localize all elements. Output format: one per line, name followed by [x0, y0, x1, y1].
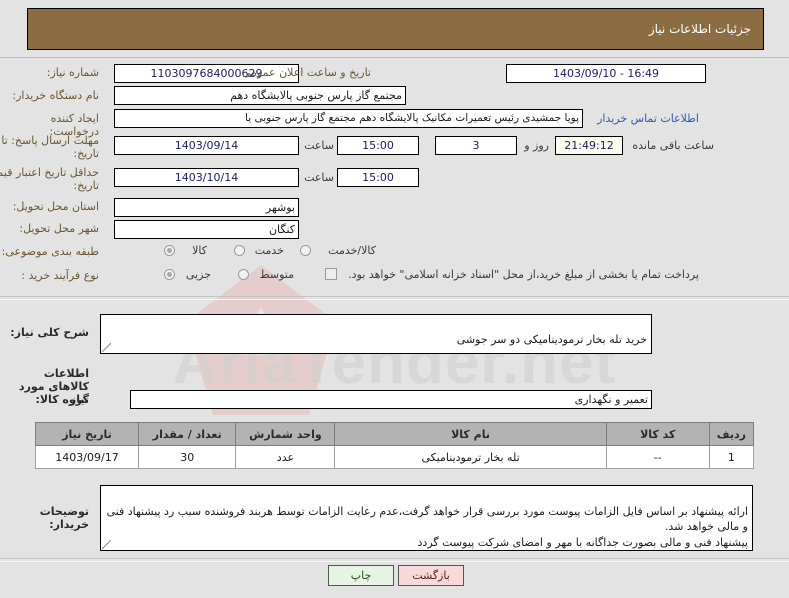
radio-category-both[interactable] [300, 245, 311, 256]
process-label: نوع فرآیند خرید : [21, 269, 99, 282]
radio-process-medium[interactable] [238, 269, 249, 280]
col-name: نام کالا [334, 422, 607, 446]
province-value: بوشهر [114, 198, 299, 217]
buyer-notes-textarea[interactable]: ارائه پیشنهاد بر اساس فایل الزامات پیوست… [100, 485, 753, 551]
col-row: ردیف [708, 422, 755, 446]
radio-process-medium-label: متوسط [259, 268, 294, 281]
description-textarea[interactable]: خرید تله بخار ترمودینامیکی دو سر جوشی [100, 314, 652, 354]
need-number-label: شماره نیاز: [46, 66, 99, 79]
deadline-hour-label: ساعت [304, 139, 334, 152]
back-button[interactable]: بازگشت [398, 565, 464, 586]
section-separator-2 [0, 558, 789, 562]
page-root: AriaTender.net جزئیات اطلاعات نیاز شماره… [0, 0, 789, 598]
cell-name: تله بخار ترمودینامیکی [334, 445, 607, 469]
goods-table-header-row: ردیف کد کالا نام کالا واحد شمارش تعداد /… [34, 422, 755, 446]
buyer-contact-link[interactable]: اطلاعات تماس خریدار [597, 112, 699, 125]
radio-category-service[interactable] [234, 245, 245, 256]
page-header-bar: جزئیات اطلاعات نیاز [27, 8, 764, 50]
price-validity-date-value: 1403/10/14 [114, 168, 299, 187]
radio-process-minor-label: جزیی [185, 268, 211, 281]
buyer-notes-text: ارائه پیشنهاد بر اساس فایل الزامات پیوست… [106, 504, 748, 549]
cell-code: -- [605, 445, 710, 469]
page-title: جزئیات اطلاعات نیاز [648, 22, 751, 36]
description-text: خرید تله بخار ترمودینامیکی دو سر جوشی [456, 333, 647, 346]
deadline-date-value: 1403/09/14 [114, 136, 299, 155]
category-label: طبقه بندی موضوعی: [1, 245, 99, 258]
header-divider [0, 57, 789, 58]
radio-process-minor[interactable] [164, 269, 175, 280]
remaining-suffix-label: ساعت باقی مانده [632, 139, 714, 152]
radio-category-goods[interactable] [164, 245, 175, 256]
cell-row: 1 [708, 445, 755, 469]
goods-group-label: گروه کالا: [35, 393, 89, 406]
price-validity-hour-label: ساعت [304, 171, 334, 184]
price-validity-time-value: 15:00 [337, 168, 419, 187]
radio-category-both-label: کالا/خدمت [328, 244, 376, 257]
treasury-bond-checkbox[interactable] [325, 268, 337, 280]
description-label: شرح کلی نیاز: [10, 326, 89, 339]
days-and-label: روز و [524, 139, 549, 152]
col-unit: واحد شمارش [235, 422, 336, 446]
buyer-org-label: نام دستگاه خریدار: [12, 89, 99, 102]
col-qty: تعداد / مقدار [138, 422, 237, 446]
remaining-time-value: 21:49:12 [555, 136, 623, 155]
buyer-org-value: مجتمع گاز پارس جنوبی پالایشگاه دهم [114, 86, 406, 105]
remaining-days-value: 3 [435, 136, 517, 155]
city-label: شهر محل تحویل: [19, 222, 99, 235]
deadline-time-value: 15:00 [337, 136, 419, 155]
goods-table: ردیف کد کالا نام کالا واحد شمارش تعداد /… [34, 422, 755, 469]
radio-category-service-label: خدمت [254, 244, 284, 257]
price-validity-label: حداقل تاریخ اعتبار قیمت: تا تاریخ: [0, 166, 99, 192]
cell-qty: 30 [138, 445, 237, 469]
public-announce-label: تاریخ و ساعت اعلان عمومی: [238, 66, 371, 79]
col-code: کد کالا [605, 422, 710, 446]
col-need-date: تاریخ نیاز [34, 422, 140, 446]
print-button[interactable]: چاپ [328, 565, 394, 586]
deadline-label: مهلت ارسال پاسخ: تا تاریخ: [1, 134, 99, 160]
public-announce-value: 16:49 - 1403/09/10 [506, 64, 706, 83]
goods-group-value: تعمیر و نگهداری [130, 390, 652, 409]
section-separator-1 [0, 296, 789, 300]
radio-category-goods-label: کالا [192, 244, 207, 257]
cell-need-date: 1403/09/17 [34, 445, 140, 469]
buyer-notes-label: توضیحات خریدار: [39, 505, 89, 531]
resize-grip-icon[interactable] [102, 343, 111, 352]
table-row[interactable]: 1 -- تله بخار ترمودینامیکی عدد 30 1403/0… [34, 445, 755, 469]
treasury-bond-label: پرداخت تمام یا بخشی از مبلغ خرید،از محل … [348, 268, 699, 281]
province-label: استان محل تحویل: [12, 200, 99, 213]
creator-value: پویا جمشیدی رئیس تعمیرات مکانیک پالایشگا… [114, 109, 583, 128]
cell-unit: عدد [235, 445, 336, 469]
city-value: کنگان [114, 220, 299, 239]
resize-grip-icon-notes[interactable] [102, 540, 111, 549]
